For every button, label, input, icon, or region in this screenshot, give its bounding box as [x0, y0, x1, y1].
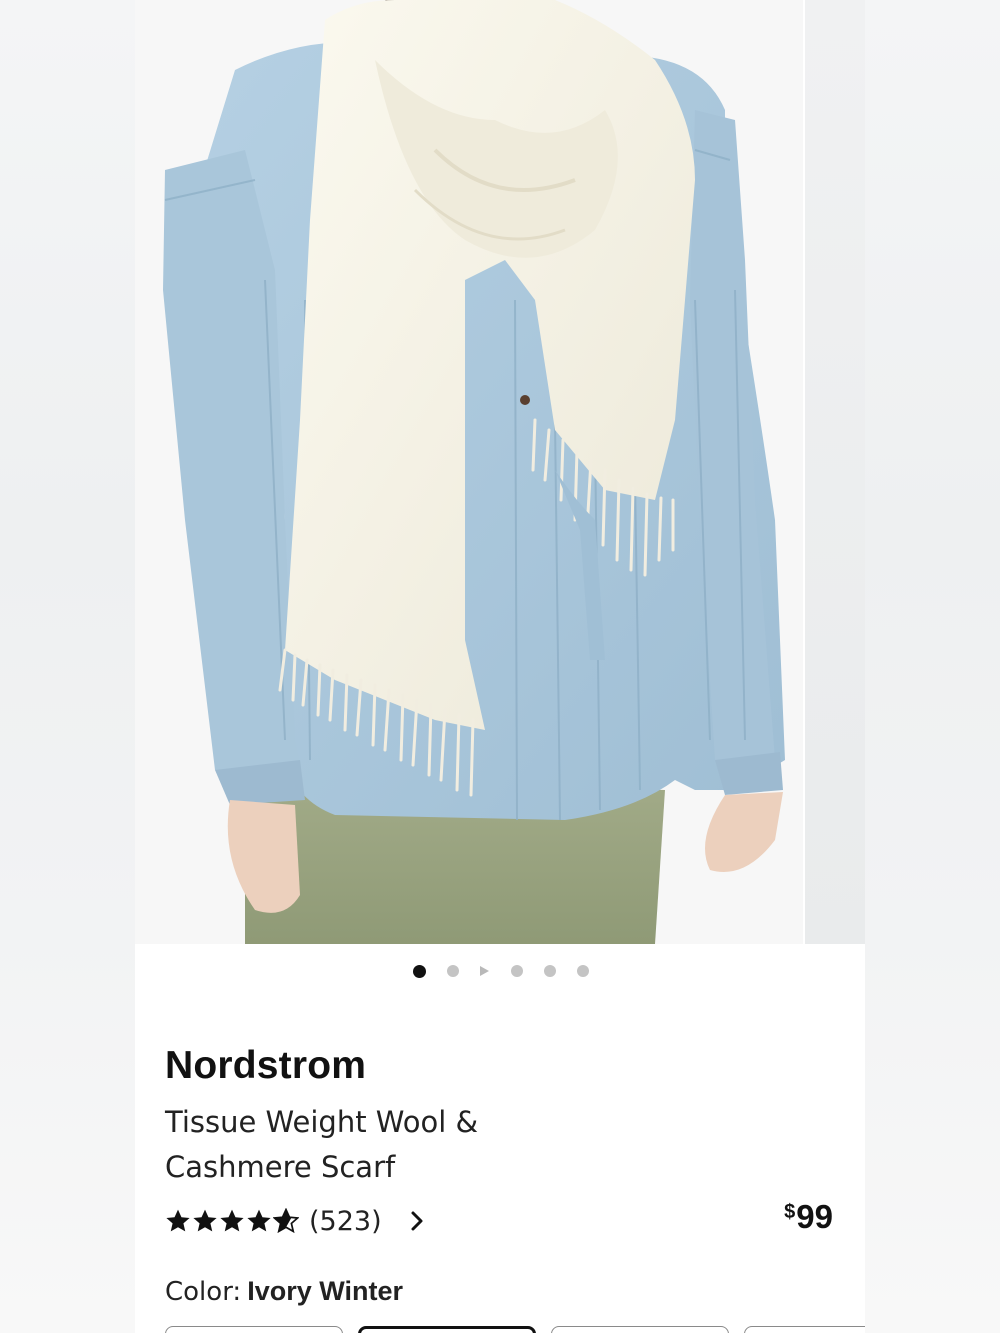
product-card: Nordstrom Tissue Weight Wool & Cashmere …	[135, 0, 865, 1333]
product-image[interactable]	[135, 0, 865, 944]
color-swatch[interactable]	[165, 1326, 343, 1333]
color-swatches	[165, 1326, 865, 1333]
color-swatch[interactable]	[744, 1326, 865, 1333]
carousel-dot-1[interactable]	[413, 964, 426, 978]
star-icon	[193, 1209, 217, 1232]
product-title: Tissue Weight Wool & Cashmere Scarf	[165, 1105, 479, 1184]
carousel-dot-5[interactable]	[544, 965, 556, 977]
star-icon	[220, 1209, 244, 1232]
color-swatch-selected[interactable]	[358, 1326, 536, 1333]
carousel-dot-2[interactable]	[447, 965, 459, 977]
star-half-icon	[273, 1208, 299, 1234]
right-backdrop	[865, 0, 1000, 1333]
rating-row[interactable]: (523)	[165, 1203, 424, 1239]
chevron-right-icon[interactable]	[410, 1210, 424, 1232]
color-swatch[interactable]	[551, 1326, 729, 1333]
carousel-dots	[135, 962, 865, 980]
review-count[interactable]: (523)	[309, 1206, 382, 1237]
color-value: Ivory Winter	[247, 1276, 403, 1306]
product-photo-illustration	[135, 0, 865, 944]
star-icon	[247, 1209, 271, 1232]
brand-name[interactable]: Nordstrom	[165, 1044, 366, 1088]
play-icon[interactable]	[480, 966, 489, 976]
carousel-dot-6[interactable]	[577, 965, 589, 977]
price: $ 99	[784, 1198, 833, 1236]
next-image-peek[interactable]	[803, 0, 865, 944]
rating-stars	[165, 1208, 299, 1234]
color-label: Color:	[165, 1277, 242, 1307]
price-currency: $	[784, 1201, 796, 1223]
price-amount: 99	[796, 1198, 833, 1235]
color-selection-label: Color: Ivory Winter	[165, 1276, 403, 1307]
left-backdrop	[0, 0, 135, 1333]
star-icon	[166, 1209, 190, 1232]
carousel-dot-4[interactable]	[511, 965, 523, 977]
